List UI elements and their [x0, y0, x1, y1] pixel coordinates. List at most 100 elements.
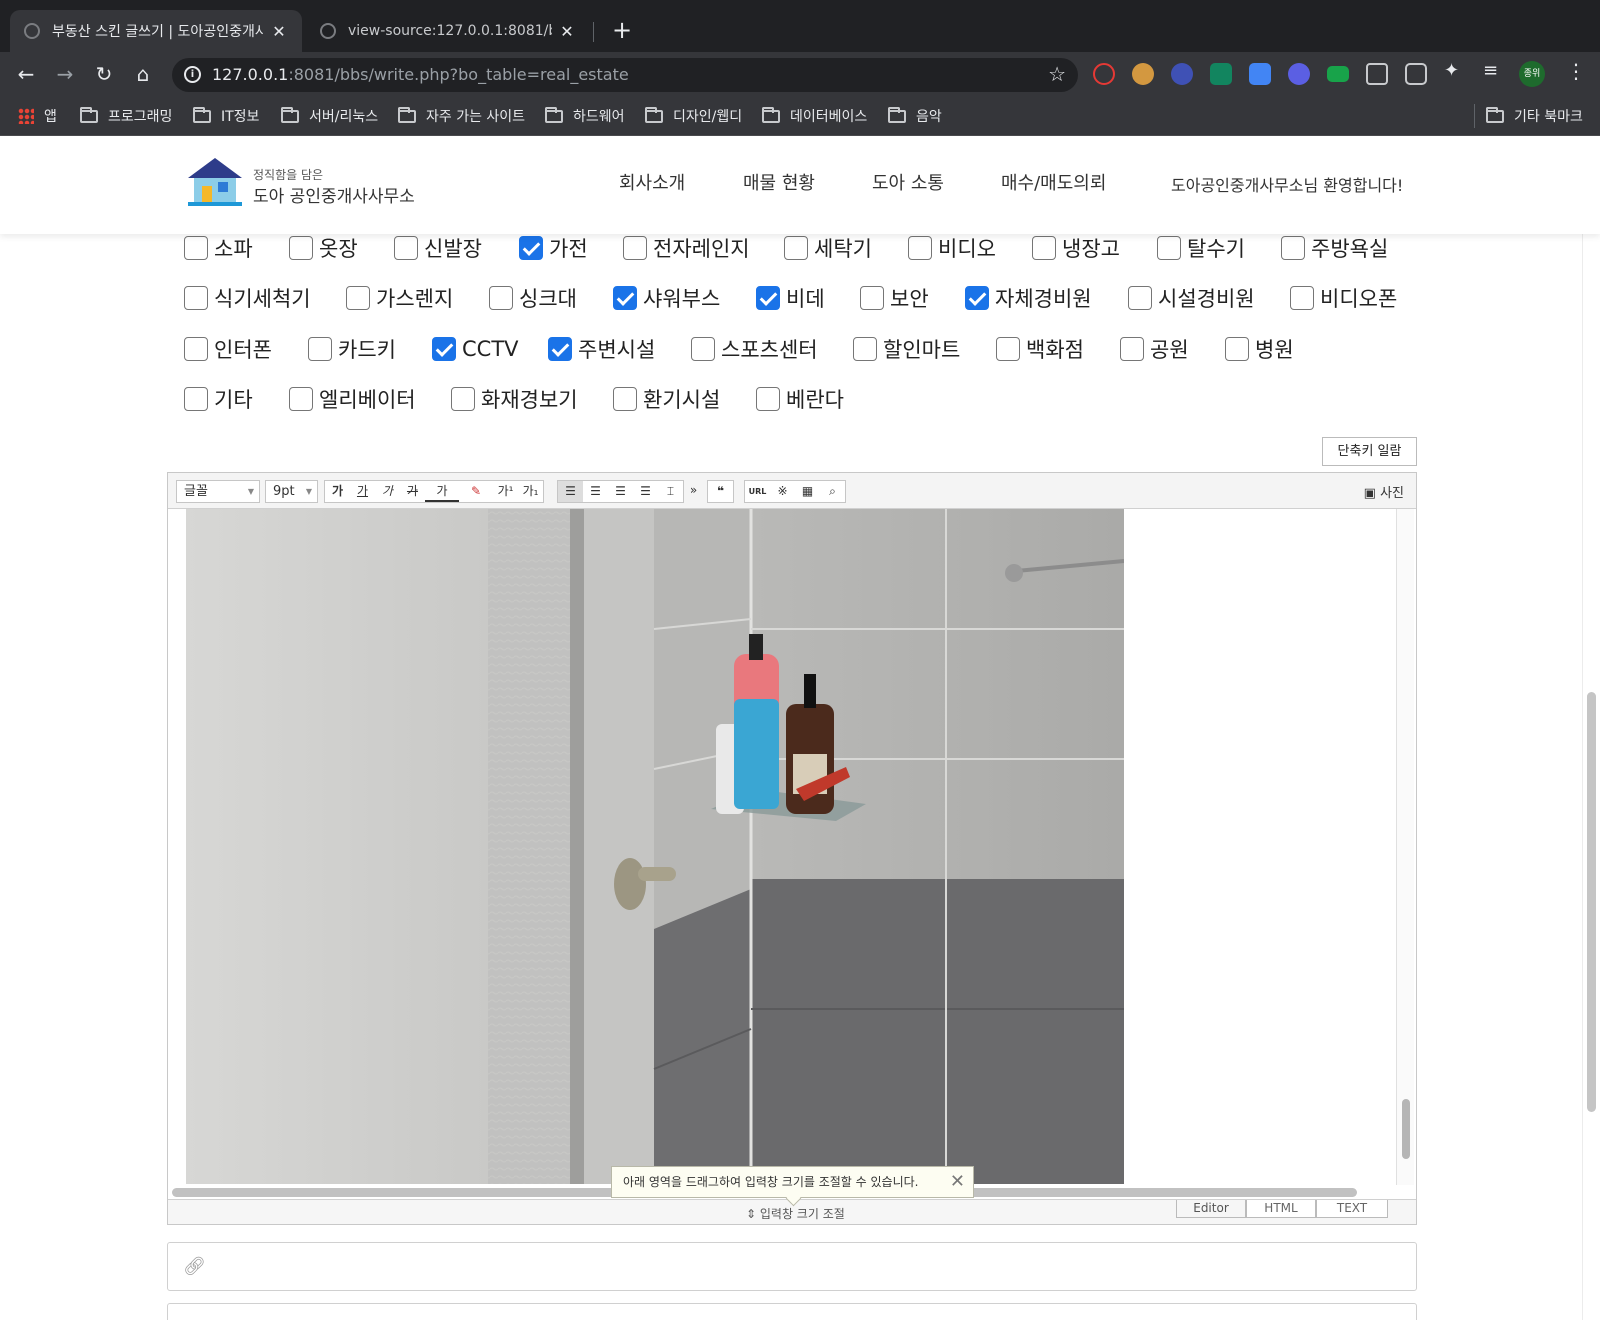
bookmark-folder[interactable]: 서버/리눅스 [281, 106, 378, 126]
bookmark-star-icon[interactable]: ☆ [1048, 62, 1066, 86]
bookmark-folder[interactable]: 디자인/웹디 [645, 106, 742, 126]
option-checkbox[interactable] [1120, 337, 1144, 361]
font-family-select[interactable]: 글꼴 ▼ [176, 480, 260, 503]
option-checkbox[interactable] [623, 236, 647, 260]
cookie-icon[interactable] [1132, 63, 1154, 85]
bookmark-folder[interactable]: 자주 가는 사이트 [398, 106, 525, 126]
align-center-icon[interactable]: ☰ [583, 481, 608, 502]
option-checkbox-item[interactable]: 주방욕실 [1281, 233, 1388, 263]
option-checkbox[interactable] [613, 286, 637, 310]
quote-icon[interactable]: ❝ [708, 481, 733, 502]
bookmark-folder[interactable]: 프로그래밍 [80, 106, 172, 126]
option-checkbox-item[interactable]: 세탁기 [784, 233, 872, 263]
align-justify-icon[interactable]: ☰ [633, 481, 658, 502]
option-checkbox-item[interactable]: 비디오폰 [1290, 283, 1397, 313]
brand-name[interactable]: 도아 공인중개사사무소 [253, 182, 415, 207]
align-left-icon[interactable]: ☰ [558, 481, 583, 502]
option-checkbox[interactable] [1281, 236, 1305, 260]
option-checkbox[interactable] [613, 387, 637, 411]
option-checkbox[interactable] [184, 236, 208, 260]
bookmark-folder[interactable]: 하드웨어 [545, 106, 625, 126]
option-checkbox-item[interactable]: 신발장 [394, 233, 482, 263]
scroll-thumb[interactable] [1587, 692, 1596, 1112]
option-checkbox[interactable] [394, 236, 418, 260]
option-checkbox[interactable] [784, 236, 808, 260]
option-checkbox[interactable] [548, 337, 572, 361]
option-checkbox[interactable] [451, 387, 475, 411]
option-checkbox[interactable] [756, 286, 780, 310]
option-checkbox-item[interactable]: 가전 [519, 233, 588, 263]
superscript-button[interactable]: 가¹ [493, 481, 518, 502]
option-checkbox[interactable] [184, 387, 208, 411]
option-checkbox[interactable] [289, 236, 313, 260]
option-checkbox[interactable] [289, 387, 313, 411]
align-right-icon[interactable]: ☰ [608, 481, 633, 502]
nav-listings[interactable]: 매물 현황 [743, 169, 815, 195]
editor-content-area[interactable] [168, 509, 1416, 1185]
option-checkbox[interactable] [432, 337, 456, 361]
link-input-field[interactable]: 🔗︎ [167, 1242, 1417, 1291]
option-checkbox[interactable] [860, 286, 884, 310]
reload-icon[interactable]: ↻ [90, 60, 118, 88]
option-checkbox-item[interactable]: 엘리베이터 [289, 384, 416, 414]
option-checkbox[interactable] [996, 337, 1020, 361]
option-checkbox-item[interactable]: 공원 [1120, 334, 1189, 364]
option-checkbox-item[interactable]: 싱크대 [489, 283, 577, 313]
nav-community[interactable]: 도아 소통 [872, 169, 944, 195]
option-checkbox[interactable] [853, 337, 877, 361]
puzzle-icon[interactable]: ✦ [1444, 60, 1459, 81]
option-checkbox[interactable] [1157, 236, 1181, 260]
mode-tab-html[interactable]: HTML [1246, 1200, 1316, 1218]
nav-company[interactable]: 회사소개 [619, 169, 685, 195]
option-checkbox-item[interactable]: 전자레인지 [623, 233, 750, 263]
option-checkbox[interactable] [1290, 286, 1314, 310]
extension-s-icon[interactable] [1210, 63, 1232, 85]
close-icon[interactable]: ✕ [950, 1167, 965, 1197]
bookmark-apps[interactable]: 앱 [18, 106, 57, 126]
check-extension-icon[interactable] [1288, 63, 1310, 85]
option-checkbox-item[interactable]: 베란다 [756, 384, 844, 414]
strikethrough-button[interactable]: 가 [400, 481, 425, 502]
bold-button[interactable]: 가 [325, 481, 350, 502]
option-checkbox[interactable] [965, 286, 989, 310]
link-input-field[interactable] [167, 1303, 1417, 1320]
bookmark-folder[interactable]: IT정보 [193, 106, 259, 126]
option-checkbox-item[interactable]: 인터폰 [184, 334, 272, 364]
option-checkbox[interactable] [1225, 337, 1249, 361]
option-checkbox-item[interactable]: 시설경비원 [1128, 283, 1255, 313]
bookmark-folder[interactable]: 데이터베이스 [762, 106, 867, 126]
option-checkbox[interactable] [184, 337, 208, 361]
media-queue-icon[interactable]: ≡ [1483, 60, 1498, 81]
jb-extension-icon[interactable] [1405, 63, 1427, 85]
option-checkbox[interactable] [346, 286, 370, 310]
option-checkbox[interactable] [691, 337, 715, 361]
back-icon[interactable]: ← [12, 60, 40, 88]
option-checkbox-item[interactable]: 샤워부스 [613, 283, 720, 313]
option-checkbox-item[interactable]: 비디오 [908, 233, 996, 263]
home-icon[interactable]: ⌂ [129, 60, 157, 88]
editor-vertical-scrollbar[interactable] [1396, 509, 1414, 1185]
option-checkbox-item[interactable]: 냉장고 [1032, 233, 1120, 263]
mode-tab-text[interactable]: TEXT [1316, 1200, 1388, 1218]
ac-extension-icon[interactable] [1327, 66, 1349, 82]
option-checkbox-item[interactable]: 자체경비원 [965, 283, 1092, 313]
option-checkbox-item[interactable]: 탈수기 [1157, 233, 1245, 263]
forward-icon[interactable]: → [51, 60, 79, 88]
extension-blocker-icon[interactable] [1093, 63, 1115, 85]
camera-icon[interactable] [1366, 63, 1388, 85]
font-size-select[interactable]: 9pt ▼ [265, 480, 318, 503]
option-checkbox-item[interactable]: CCTV [432, 334, 519, 364]
option-checkbox-item[interactable]: 옷장 [289, 233, 358, 263]
option-checkbox-item[interactable]: 기타 [184, 384, 253, 414]
bookmark-folder[interactable]: 음악 [888, 106, 942, 126]
option-checkbox[interactable] [519, 236, 543, 260]
close-tab-icon[interactable]: ✕ [270, 22, 288, 41]
option-checkbox-item[interactable]: 백화점 [996, 334, 1084, 364]
find-icon[interactable]: ⌕ [820, 481, 845, 502]
browser-tab-inactive[interactable]: view-source:127.0.0.1:8081/bb ✕ [306, 10, 590, 52]
house-logo-icon[interactable] [188, 158, 242, 208]
highlight-color-icon[interactable]: ✎ [459, 481, 493, 502]
option-checkbox-item[interactable]: 환기시설 [613, 384, 720, 414]
option-checkbox[interactable] [184, 286, 208, 310]
line-height-icon[interactable]: ⌶ [658, 481, 683, 502]
